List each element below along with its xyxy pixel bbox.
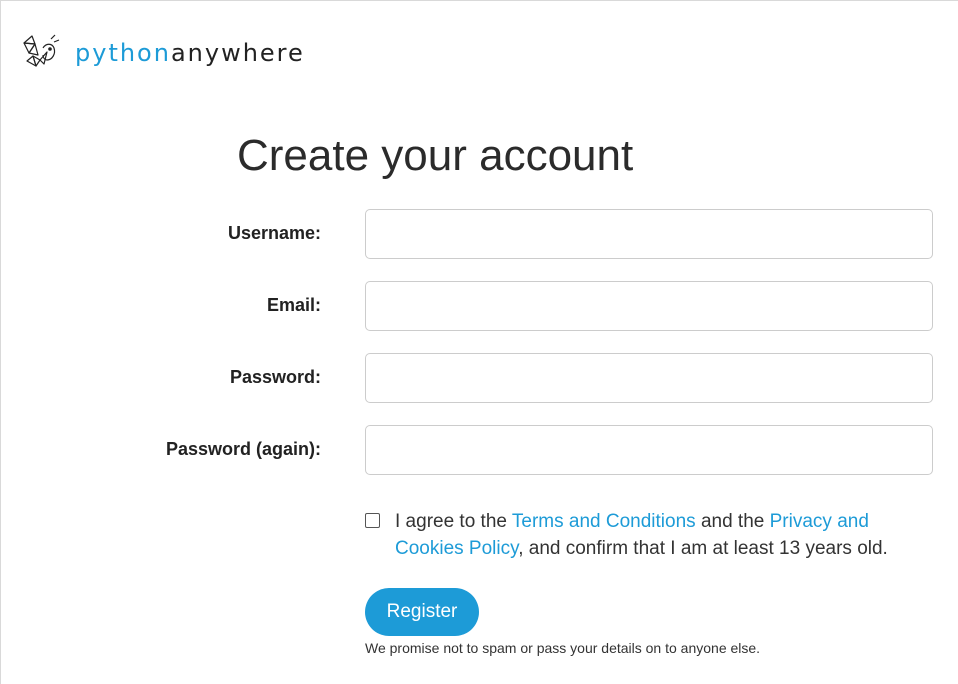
brand-wordmark: pythonanywhere [75,41,305,65]
username-row: Username: [1,209,958,259]
email-input[interactable] [365,281,933,331]
password-again-row: Password (again): [1,425,958,475]
page-title: Create your account [237,131,634,180]
terms-and-conditions-link[interactable]: Terms and Conditions [512,511,696,532]
brand-anywhere-text: anywhere [170,39,305,67]
password-label: Password: [229,367,321,387]
register-button[interactable]: Register [365,588,479,636]
password-again-input[interactable] [365,425,933,475]
terms-agreement-text: I agree to the Terms and Conditions and … [395,508,935,562]
email-row: Email: [1,281,958,331]
terms-checkbox[interactable] [365,513,380,528]
email-label: Email: [266,295,321,315]
username-input[interactable] [365,209,933,259]
page-frame: pythonanywhere Create your account Usern… [0,0,958,684]
agreement-prefix-text: I agree to the [395,511,512,532]
agreement-suffix-text: , and confirm that I am at least 13 year… [518,538,888,559]
brand-logo-link[interactable]: pythonanywhere [21,33,305,73]
brand-python-text: python [75,39,171,67]
password-input[interactable] [365,353,933,403]
terms-agreement: I agree to the Terms and Conditions and … [365,508,935,562]
password-again-label: Password (again): [165,439,321,459]
no-spam-note: We promise not to spam or pass your deta… [365,640,761,656]
username-label: Username: [227,223,321,243]
pythonanywhere-logo-icon [23,34,60,67]
agreement-middle-text: and the [695,511,770,532]
password-row: Password: [1,353,958,403]
